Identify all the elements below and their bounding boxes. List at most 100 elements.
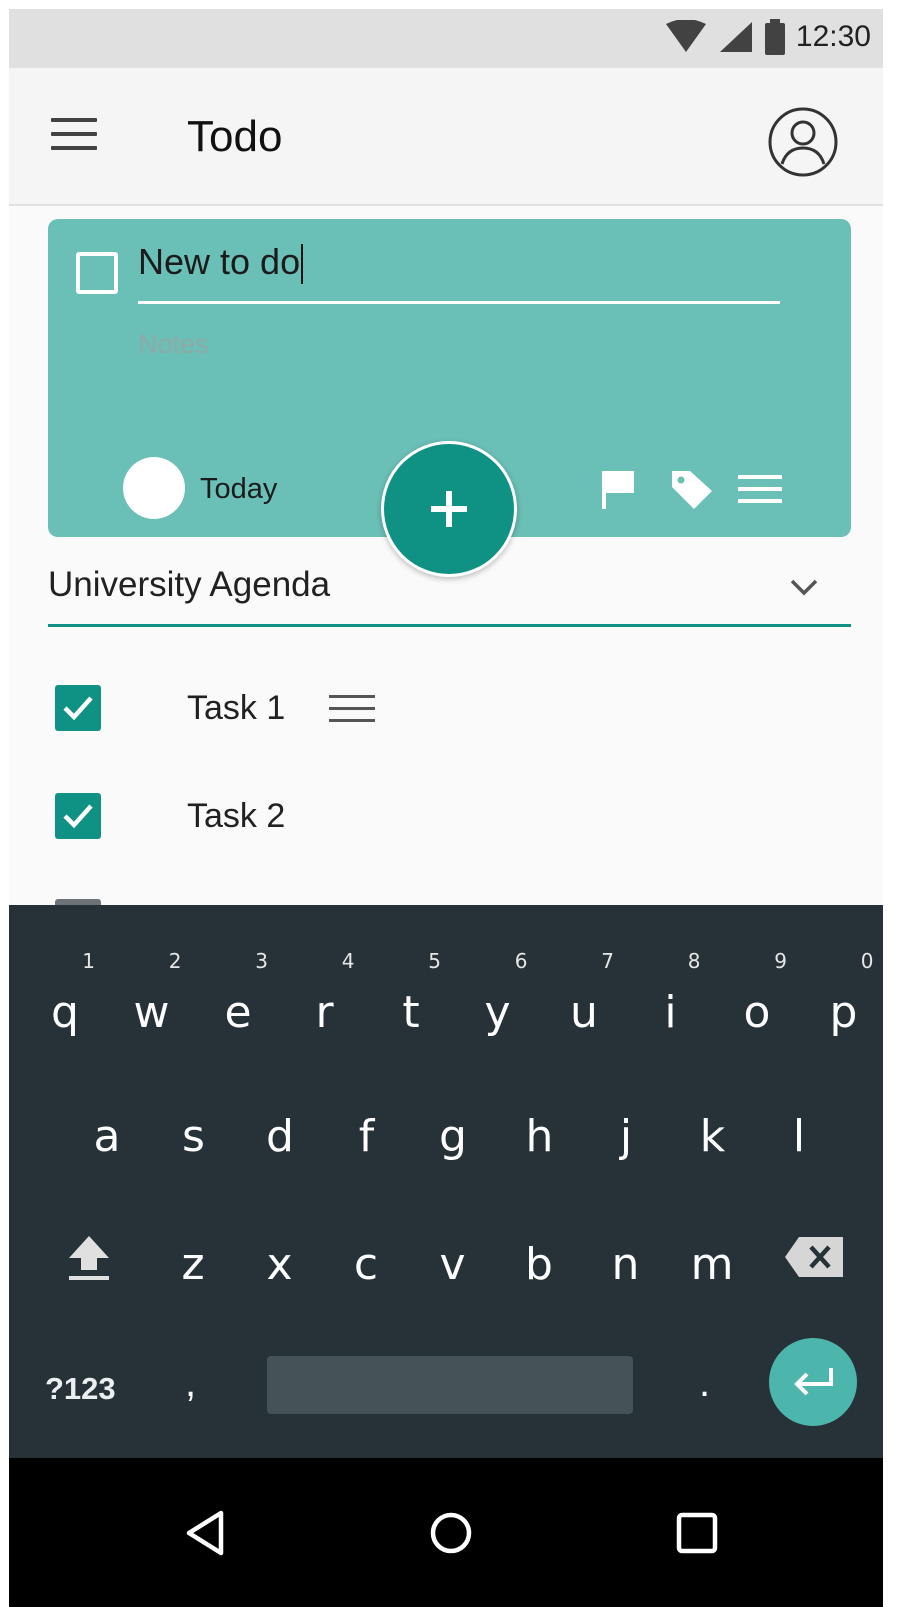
soft-keyboard: q1w2e3r4t5y6u7i8o9p0 asdfghjkl zxcvbnm ?…: [9, 905, 883, 1458]
key-z[interactable]: z: [153, 1239, 233, 1290]
key-number-hint: 1: [82, 949, 95, 973]
checkmark-icon: [63, 804, 93, 829]
key-label: v: [439, 1239, 466, 1290]
status-bar: 12:30: [9, 9, 883, 68]
key-label: y: [484, 987, 511, 1038]
task-label: Task 1: [187, 689, 286, 727]
key-label: e: [224, 987, 252, 1038]
key-label: s: [182, 1111, 205, 1162]
key-x[interactable]: x: [240, 1239, 320, 1290]
key-y[interactable]: y6: [458, 949, 538, 1038]
key-label: n: [611, 1239, 640, 1290]
key-label: u: [570, 987, 598, 1038]
task-row: Task 1: [9, 669, 883, 749]
key-number-hint: 3: [255, 949, 268, 973]
key-e[interactable]: e3: [198, 949, 278, 1038]
due-date-label[interactable]: Today: [200, 473, 277, 506]
plus-icon: [431, 491, 467, 527]
drag-handle-icon[interactable]: [329, 695, 377, 727]
key-h[interactable]: h: [500, 1111, 580, 1162]
key-number-hint: 9: [774, 949, 787, 973]
task-checkbox[interactable]: [55, 685, 101, 731]
list-selector[interactable]: University Agenda: [48, 547, 851, 627]
key-n[interactable]: n: [586, 1239, 666, 1290]
list-selector-value: University Agenda: [48, 565, 331, 604]
key-t[interactable]: t5: [371, 949, 451, 1038]
key-i[interactable]: i8: [631, 949, 711, 1038]
key-label: a: [93, 1111, 121, 1162]
key-label: p: [829, 987, 858, 1038]
new-todo-title-text: New to do: [138, 241, 301, 282]
key-label: r: [315, 987, 334, 1038]
key-u[interactable]: u7: [544, 949, 624, 1038]
comma-key[interactable]: ,: [185, 1361, 196, 1406]
new-todo-title-input[interactable]: New to do: [138, 241, 780, 297]
key-f[interactable]: f: [327, 1111, 407, 1162]
page-title: Todo: [187, 112, 283, 161]
key-number-hint: 7: [601, 949, 614, 973]
key-number-hint: 6: [514, 949, 528, 973]
flag-icon[interactable]: [598, 467, 646, 511]
key-a[interactable]: a: [67, 1111, 147, 1162]
key-m[interactable]: m: [672, 1239, 752, 1290]
key-label: z: [181, 1239, 205, 1290]
key-d[interactable]: d: [240, 1111, 320, 1162]
key-label: x: [266, 1239, 293, 1290]
details-menu-icon[interactable]: [736, 467, 784, 511]
key-label: g: [439, 1111, 467, 1162]
key-label: c: [353, 1239, 379, 1290]
key-label: m: [690, 1239, 734, 1290]
key-s[interactable]: s: [154, 1111, 234, 1162]
text-cursor: [301, 244, 304, 285]
account-icon[interactable]: [767, 106, 839, 178]
key-k[interactable]: k: [673, 1111, 753, 1162]
key-b[interactable]: b: [499, 1239, 579, 1290]
cell-signal-icon: [719, 22, 752, 52]
key-label: k: [699, 1111, 726, 1162]
key-v[interactable]: v: [413, 1239, 493, 1290]
back-icon[interactable]: [175, 1503, 235, 1563]
symbols-key[interactable]: ?123: [45, 1371, 116, 1407]
new-todo-checkbox[interactable]: [76, 252, 118, 294]
tag-icon[interactable]: [668, 467, 716, 511]
home-icon[interactable]: [421, 1503, 481, 1563]
task-checkbox[interactable]: [55, 793, 101, 839]
key-label: b: [525, 1239, 553, 1290]
task-label: Task 2: [187, 797, 286, 835]
key-q[interactable]: q1: [25, 949, 105, 1038]
key-number-hint: 0: [860, 949, 874, 973]
title-underline: [138, 301, 780, 304]
key-label: q: [51, 987, 79, 1038]
key-r[interactable]: r4: [285, 949, 365, 1038]
enter-key[interactable]: [769, 1338, 857, 1426]
key-o[interactable]: o9: [717, 949, 797, 1038]
key-p[interactable]: p0: [804, 949, 884, 1038]
key-label: o: [743, 987, 771, 1038]
phone-screen: 12:30 Todo New to do Notes Today Univers…: [9, 9, 883, 1607]
key-c[interactable]: c: [326, 1239, 406, 1290]
date-picker-button[interactable]: [123, 457, 185, 519]
space-key[interactable]: [267, 1356, 633, 1414]
key-number-hint: 5: [428, 949, 441, 973]
key-number-hint: 2: [168, 949, 182, 973]
key-l[interactable]: l: [759, 1111, 839, 1162]
menu-icon[interactable]: [51, 118, 103, 154]
key-j[interactable]: j: [586, 1111, 666, 1162]
notes-field[interactable]: Notes: [138, 329, 209, 360]
chevron-down-icon: [790, 579, 818, 596]
period-key[interactable]: .: [699, 1361, 710, 1406]
key-w[interactable]: w2: [112, 949, 192, 1038]
shift-icon[interactable]: [65, 1232, 113, 1284]
battery-icon: [764, 19, 785, 55]
enter-icon: [794, 1368, 833, 1396]
key-label: t: [402, 987, 420, 1038]
key-label: d: [266, 1111, 294, 1162]
key-number-hint: 4: [341, 949, 355, 973]
wifi-icon: [665, 20, 706, 52]
key-label: f: [358, 1111, 375, 1162]
key-label: j: [619, 1111, 633, 1162]
recents-icon[interactable]: [667, 1503, 727, 1563]
task-row: Task 2: [9, 777, 883, 857]
key-g[interactable]: g: [413, 1111, 493, 1162]
backspace-icon[interactable]: [783, 1235, 845, 1279]
